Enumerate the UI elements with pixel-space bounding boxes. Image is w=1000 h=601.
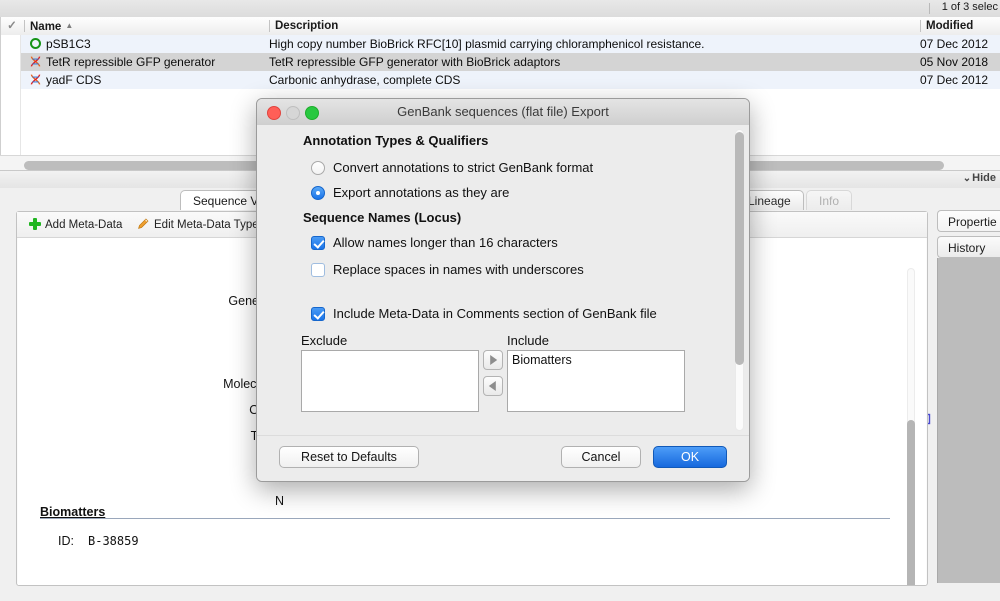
column-header-name[interactable]: Name ▲ [24, 17, 269, 35]
header-divider [920, 20, 921, 32]
column-header-checkbox[interactable]: ✓ [0, 17, 24, 35]
column-header-description[interactable]: Description [269, 17, 920, 35]
table-row[interactable]: TetR repressible GFP generator TetR repr… [0, 53, 1000, 71]
tab-sequence-view-label: Sequence V [193, 194, 259, 208]
radio-convert-strict-genbank[interactable]: Convert annotations to strict GenBank fo… [311, 160, 593, 175]
row-type-icon-cell [24, 53, 46, 71]
add-meta-data-label: Add Meta-Data [45, 219, 123, 231]
row-description: Carbonic anhydrase, complete CDS [269, 73, 461, 87]
table-left-gutter [0, 35, 21, 155]
section-heading-sequence-names: Sequence Names (Locus) [303, 210, 462, 225]
reset-to-defaults-button[interactable]: Reset to Defaults [279, 446, 419, 468]
dialog-body: Annotation Types & Qualifiers Convert an… [257, 125, 749, 435]
row-name: pSB1C3 [46, 37, 91, 51]
genbank-export-dialog: GenBank sequences (flat file) Export Ann… [256, 98, 750, 482]
radio-label: Export annotations as they are [333, 185, 510, 200]
dialog-footer: Reset to Defaults Cancel OK [257, 435, 749, 481]
checkbox-allow-long-names[interactable]: Allow names longer than 16 characters [311, 235, 558, 250]
dialog-vertical-scrollbar[interactable] [733, 129, 745, 431]
add-meta-data-button[interactable]: Add Meta-Data [29, 216, 122, 234]
biomatters-section-header: Biomatters [40, 503, 890, 521]
rail-tab-properties-label: Propertie [948, 215, 997, 229]
tab-info[interactable]: Info [806, 190, 853, 210]
triangle-left-icon [488, 381, 496, 391]
exclude-list-label: Exclude [301, 333, 348, 348]
checkbox-label: Include Meta-Data in Comments section of… [333, 306, 657, 321]
dialog-title: GenBank sequences (flat file) Export [397, 104, 609, 119]
biomatters-title: Biomatters [40, 505, 106, 519]
status-divider [929, 3, 930, 14]
column-header-modified-label: Modified [926, 20, 974, 32]
row-description: TetR repressible GFP generator with BioB… [269, 55, 561, 69]
metadata-vertical-scrollbar[interactable] [904, 268, 918, 585]
biomatters-id-row: ID: B-38859 [58, 534, 139, 548]
section-rule [40, 518, 890, 519]
row-modified: 07 Dec 2012 [920, 37, 989, 51]
row-modified: 07 Dec 2012 [920, 73, 989, 87]
rail-content-placeholder [937, 258, 1000, 583]
sort-ascending-icon: ▲ [65, 21, 74, 30]
selection-status: 1 of 3 selec [941, 1, 998, 13]
tab-lineage-label: Lineage [748, 194, 791, 208]
radio-button[interactable] [311, 186, 325, 200]
tab-info-label: Info [819, 194, 840, 208]
plasmid-circle-icon [29, 38, 41, 49]
header-divider [24, 20, 25, 32]
triangle-right-icon [490, 355, 498, 365]
list-item[interactable]: Biomatters [508, 351, 684, 369]
row-name: TetR repressible GFP generator [46, 55, 216, 69]
table-row[interactable]: pSB1C3 High copy number BioBrick RFC[10]… [0, 35, 1000, 53]
column-header-description-label: Description [275, 20, 339, 32]
rail-tab-history[interactable]: History [937, 236, 1000, 258]
dna-helix-icon [30, 56, 40, 67]
checkbox[interactable] [311, 307, 325, 321]
table-status-strip: 1 of 3 selec [0, 0, 1000, 18]
table-header-row: ✓ Name ▲ Description Modified [0, 17, 1000, 36]
radio-label: Convert annotations to strict GenBank fo… [333, 160, 594, 175]
application-window: 1 of 3 selec ✓ Name ▲ Description Modifie… [0, 0, 1000, 601]
include-list[interactable]: Biomatters [507, 350, 685, 412]
scrollbar-thumb[interactable] [735, 132, 744, 365]
checkbox-replace-spaces[interactable]: Replace spaces in names with underscores [311, 262, 584, 277]
dna-helix-icon [30, 74, 40, 85]
chevron-double-up-icon: ⌄ [962, 173, 972, 184]
id-label: ID: [58, 534, 74, 548]
ok-button[interactable]: OK [653, 446, 727, 468]
cancel-button[interactable]: Cancel [561, 446, 641, 468]
include-list-label: Include [507, 333, 549, 348]
checkbox[interactable] [311, 236, 325, 250]
header-divider [269, 20, 270, 32]
rail-tab-properties[interactable]: Propertie [937, 210, 1000, 232]
scrollbar-thumb[interactable] [907, 420, 915, 585]
table-body: pSB1C3 High copy number BioBrick RFC[10]… [0, 35, 1000, 89]
column-header-name-label: Name [30, 21, 62, 33]
id-value: B-38859 [88, 534, 139, 548]
column-header-modified[interactable]: Modified [920, 17, 1000, 35]
pencil-icon [137, 217, 150, 236]
section-heading-annotation-types: Annotation Types & Qualifiers [303, 133, 489, 148]
table-row[interactable]: yadF CDS Carbonic anhydrase, complete CD… [0, 71, 1000, 89]
green-plus-icon [29, 218, 41, 230]
row-modified: 05 Nov 2018 [920, 55, 989, 69]
edit-meta-data-types-button[interactable]: Edit Meta-Data Types [137, 216, 264, 234]
checkbox-label: Allow names longer than 16 characters [333, 235, 558, 250]
row-type-icon-cell [24, 35, 46, 53]
radio-export-as-is[interactable]: Export annotations as they are [311, 185, 509, 200]
edit-meta-data-types-label: Edit Meta-Data Types [154, 219, 265, 231]
move-right-button[interactable] [483, 350, 503, 370]
checkbox-label: Replace spaces in names with underscores [333, 262, 584, 277]
hide-label: Hide [972, 172, 996, 184]
exclude-list[interactable] [301, 350, 479, 412]
checkbox-include-meta-data[interactable]: Include Meta-Data in Comments section of… [311, 306, 657, 321]
radio-button[interactable] [311, 161, 325, 175]
row-description: High copy number BioBrick RFC[10] plasmi… [269, 37, 705, 51]
row-name: yadF CDS [46, 73, 102, 87]
checkbox[interactable] [311, 263, 325, 277]
right-side-rail: Propertie History [931, 188, 1000, 601]
move-left-button[interactable] [483, 376, 503, 396]
hide-panel-button[interactable]: ⌄Hide [963, 172, 996, 184]
dialog-title-bar[interactable]: GenBank sequences (flat file) Export [257, 99, 749, 126]
rail-tab-history-label: History [948, 241, 986, 255]
row-type-icon-cell [24, 71, 46, 89]
